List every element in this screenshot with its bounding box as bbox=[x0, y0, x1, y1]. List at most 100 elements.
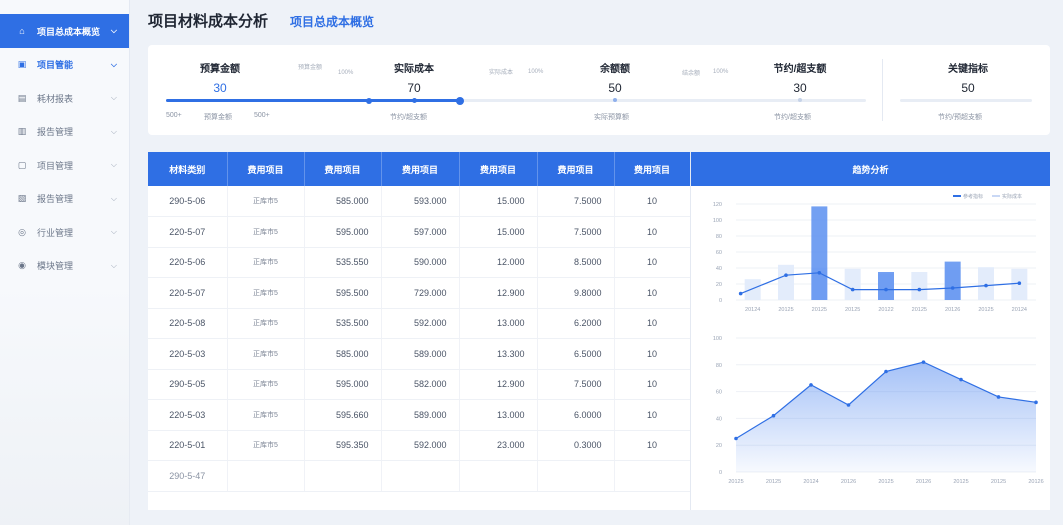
column-header[interactable]: 费用项目 bbox=[537, 152, 615, 186]
page-title: 项目材料成本分析 bbox=[148, 13, 269, 30]
table-row[interactable]: 220-5-03 正库市5 585.000 589.000 13.300 6.5000 10 bbox=[148, 338, 691, 370]
column-header[interactable]: 费用项目 bbox=[459, 152, 538, 186]
table-cell bbox=[381, 460, 460, 492]
sidebar-item-label: 项目总成本概览 bbox=[37, 26, 101, 37]
home-icon: ⌂ bbox=[19, 26, 25, 36]
sidebar-item-label: 行业管理 bbox=[37, 227, 74, 238]
chevron-down-icon[interactable]: ⌵ bbox=[111, 60, 117, 70]
table-cell: 12.900 bbox=[459, 277, 538, 309]
sidebar-item-report1[interactable]: ▥ 报告管理 ⌵ bbox=[0, 115, 129, 149]
data-point bbox=[921, 360, 926, 364]
table-row[interactable]: 220-5-07 正库市5 595.000 597.000 15.000 7.5000 10 bbox=[148, 216, 691, 248]
table-cell: 正库市5 bbox=[227, 369, 305, 400]
column-header[interactable]: 费用项目 bbox=[614, 152, 691, 186]
kpi-label: 节约/超支额 bbox=[773, 64, 827, 75]
table-row[interactable]: 290-5-47 bbox=[148, 460, 691, 492]
sidebar-item-consumables[interactable]: ▤ 耗材报表 ⌵ bbox=[0, 82, 129, 116]
table-cell: 9.8000 bbox=[537, 277, 615, 309]
x-tick-label: 20124 bbox=[1012, 307, 1027, 313]
y-tick-label: 0 bbox=[719, 298, 722, 304]
sidebar-item-report2[interactable]: ▧ 报告管理 ⌵ bbox=[0, 182, 129, 216]
x-tick-label: 20125 bbox=[728, 479, 743, 485]
x-tick-label: 20125 bbox=[953, 479, 968, 485]
sidebar-item-label: 报告管理 bbox=[37, 194, 74, 205]
sidebar-item-project[interactable]: ▣ 项目管能 ⌵ bbox=[0, 48, 129, 82]
x-tick-label: 20125 bbox=[845, 307, 860, 313]
compass-icon: ◎ bbox=[18, 226, 26, 237]
sidebar-item-label: 项目管理 bbox=[37, 160, 74, 171]
sidebar-item-label: 模块管理 bbox=[37, 261, 74, 272]
table-cell: 585.000 bbox=[304, 338, 382, 370]
chevron-down-icon[interactable]: ⌵ bbox=[111, 261, 117, 271]
data-point bbox=[996, 395, 1001, 399]
table-cell: 正库市5 bbox=[227, 338, 305, 370]
bar bbox=[744, 279, 761, 300]
column-header[interactable]: 费用项目 bbox=[381, 152, 460, 186]
progress-marker[interactable] bbox=[366, 97, 372, 104]
table-cell: 290-5-47 bbox=[148, 460, 228, 492]
chevron-down-icon[interactable]: ⌵ bbox=[111, 227, 117, 237]
table-row[interactable]: 290-5-06 正库市5 585.000 593.000 15.000 7.5000 10 bbox=[148, 186, 691, 217]
kpi-panel: 预算金额 30 实际成本 70 余额额 50 节约/超支额 30 关键指标 50… bbox=[148, 45, 1050, 135]
table-cell: 595.000 bbox=[304, 369, 382, 400]
table-cell: 6.5000 bbox=[537, 338, 615, 370]
data-point bbox=[738, 291, 743, 296]
kpi-label: 预算金额 bbox=[200, 64, 240, 75]
data-point bbox=[784, 273, 788, 277]
chevron-down-icon[interactable]: ⌵ bbox=[111, 93, 117, 103]
table-row[interactable]: 220-5-03 正库市5 595.660 589.000 13.000 6.0000 10 bbox=[148, 399, 691, 431]
table-cell bbox=[304, 460, 382, 492]
bar bbox=[944, 261, 961, 300]
kpi-value: 30 bbox=[213, 81, 227, 95]
table-row[interactable]: 220-5-06 正库市5 535.550 590.000 12.000 8.5000 10 bbox=[148, 247, 691, 278]
table-cell: 535.500 bbox=[304, 308, 382, 339]
sidebar-item-industry[interactable]: ◎ 行业管理 ⌵ bbox=[0, 216, 129, 250]
chevron-down-icon[interactable]: ⌵ bbox=[111, 127, 117, 137]
sidebar-item-overview[interactable]: ⌂ 项目总成本概览 ⌵ bbox=[0, 14, 129, 48]
kpi-tiny-label: 预算金额 bbox=[298, 65, 323, 71]
table-cell: 10 bbox=[614, 186, 691, 217]
table-cell: 597.000 bbox=[381, 216, 460, 248]
table-cell: 290-5-05 bbox=[148, 369, 228, 400]
trend-title: 趋势分析 bbox=[691, 152, 1050, 186]
column-header[interactable]: 材料类别 bbox=[148, 152, 228, 186]
sidebar-item-project-mgmt[interactable]: ▢ 项目管理 ⌵ bbox=[0, 149, 129, 183]
table-cell: 正库市5 bbox=[227, 430, 305, 461]
bar bbox=[878, 272, 894, 300]
table-row[interactable]: 220-5-08 正库市5 535.500 592.000 13.000 6.2000 10 bbox=[148, 308, 691, 339]
data-point bbox=[884, 369, 888, 374]
data-point bbox=[1034, 400, 1038, 405]
table-cell: 正库市5 bbox=[227, 186, 305, 217]
kpi-value: 50 bbox=[961, 81, 975, 95]
y-tick-label: 20 bbox=[716, 443, 722, 449]
sidebar-item-label: 耗材报表 bbox=[37, 93, 74, 104]
column-header[interactable]: 费用项目 bbox=[227, 152, 305, 186]
table-cell: 6.2000 bbox=[537, 308, 615, 339]
table-cell: 7.5000 bbox=[537, 216, 615, 248]
table-row[interactable]: 290-5-05 正库市5 595.000 582.000 12.900 7.5000 10 bbox=[148, 369, 691, 400]
sidebar-item-module[interactable]: ◉ 模块管理 ⌵ bbox=[0, 249, 129, 283]
progress-marker[interactable] bbox=[798, 98, 802, 102]
table-cell: 正库市5 bbox=[227, 216, 305, 248]
kpi-label: 关键指标 bbox=[948, 64, 988, 75]
x-tick-label: 20126 bbox=[841, 479, 856, 485]
progress-handle[interactable] bbox=[456, 96, 464, 105]
kpi-progress-track bbox=[900, 99, 1032, 102]
table-row[interactable]: 220-5-07 正库市5 595.500 729.000 12.900 9.8000 10 bbox=[148, 277, 691, 309]
table-cell: 535.550 bbox=[304, 247, 382, 278]
progress-marker[interactable] bbox=[613, 98, 617, 102]
legend-swatch bbox=[953, 195, 961, 197]
y-tick-label: 100 bbox=[713, 218, 722, 224]
chevron-down-icon[interactable]: ⌵ bbox=[111, 26, 117, 36]
data-point bbox=[846, 403, 851, 407]
column-header[interactable]: 费用项目 bbox=[304, 152, 382, 186]
x-tick-label: 20125 bbox=[978, 307, 993, 313]
y-tick-label: 120 bbox=[713, 202, 722, 208]
chevron-down-icon[interactable]: ⌵ bbox=[111, 160, 117, 170]
chevron-down-icon[interactable]: ⌵ bbox=[111, 194, 117, 204]
tab-overview[interactable]: 项目总成本概览 bbox=[290, 13, 374, 30]
table-row[interactable]: 220-5-01 正库市5 595.350 592.000 23.000 0.3000 10 bbox=[148, 430, 691, 461]
table-cell: 7.5000 bbox=[537, 369, 615, 400]
table-cell: 13.300 bbox=[459, 338, 538, 370]
progress-marker[interactable] bbox=[412, 97, 417, 103]
